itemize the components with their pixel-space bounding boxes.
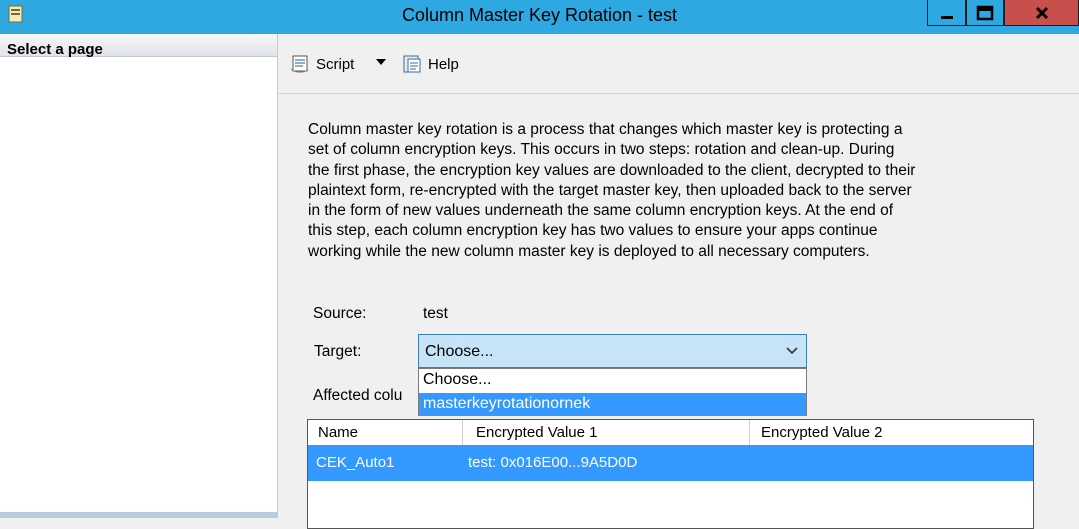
description-line: working while the new column master key … <box>308 242 870 260</box>
script-label: Script <box>316 55 355 73</box>
close-icon <box>1035 6 1048 19</box>
target-dropdown-list: Choose... masterkeyrotationornek <box>418 368 807 416</box>
column-header-name[interactable]: Name <box>318 424 358 441</box>
maximize-icon <box>976 5 994 20</box>
minimize-button[interactable] <box>927 0 966 26</box>
help-icon <box>403 55 421 73</box>
help-button[interactable]: Help <box>402 54 459 74</box>
select-page-header: Select a page <box>0 34 277 58</box>
grid-header: Name Encrypted Value 1 Encrypted Value 2 <box>308 420 1033 446</box>
minimize-icon <box>940 15 953 19</box>
table-row[interactable]: CEK_Auto1 test: 0x016E00...9A5D0D <box>308 445 1033 481</box>
chevron-down-icon[interactable] <box>786 347 798 355</box>
window-title: Column Master Key Rotation - test <box>401 5 678 25</box>
column-divider[interactable] <box>749 420 750 445</box>
page-selector-pane: Select a page <box>0 34 278 518</box>
script-dropdown-arrow[interactable] <box>375 58 387 66</box>
rotation-description: Column master key rotation is a process … <box>308 120 1068 262</box>
source-value: test <box>423 305 448 322</box>
column-divider[interactable] <box>462 420 463 445</box>
source-label: Source: <box>313 305 367 322</box>
description-line: Column master key rotation is a process … <box>308 121 903 138</box>
title-bar: Column Master Key Rotation - test <box>0 0 1079 34</box>
chevron-down-icon <box>376 59 386 65</box>
row-name: CEK_Auto1 <box>316 454 395 471</box>
row-encrypted-value-1: test: 0x016E00...9A5D0D <box>468 454 638 471</box>
target-label: Target: <box>314 343 362 360</box>
description-line: in the form of new values underneath the… <box>308 202 894 220</box>
maximize-button[interactable] <box>966 0 1004 26</box>
close-button[interactable] <box>1004 0 1079 26</box>
column-header-value2[interactable]: Encrypted Value 2 <box>761 424 882 441</box>
description-line: plaintext form, re-encrypted with the ta… <box>308 181 912 199</box>
description-line: the first phase, the encryption key valu… <box>308 161 916 179</box>
script-icon <box>290 55 309 73</box>
target-combobox[interactable]: Choose... <box>418 334 807 368</box>
target-option[interactable]: masterkeyrotationornek <box>419 393 806 416</box>
script-button[interactable]: Script <box>290 54 354 74</box>
help-label: Help <box>428 55 459 73</box>
column-header-value1[interactable]: Encrypted Value 1 <box>476 424 597 441</box>
target-selected-value: Choose... <box>425 343 494 360</box>
toolbar: Script Help <box>278 34 1079 94</box>
affected-keys-grid[interactable]: Name Encrypted Value 1 Encrypted Value 2… <box>307 419 1034 529</box>
target-option[interactable]: Choose... <box>419 369 806 392</box>
description-line: set of column encryption keys. This occu… <box>308 141 895 159</box>
description-line: this step, each column encryption key ha… <box>308 222 878 240</box>
affected-keys-label: Affected colu <box>313 387 403 404</box>
left-pane-footer <box>0 512 277 518</box>
